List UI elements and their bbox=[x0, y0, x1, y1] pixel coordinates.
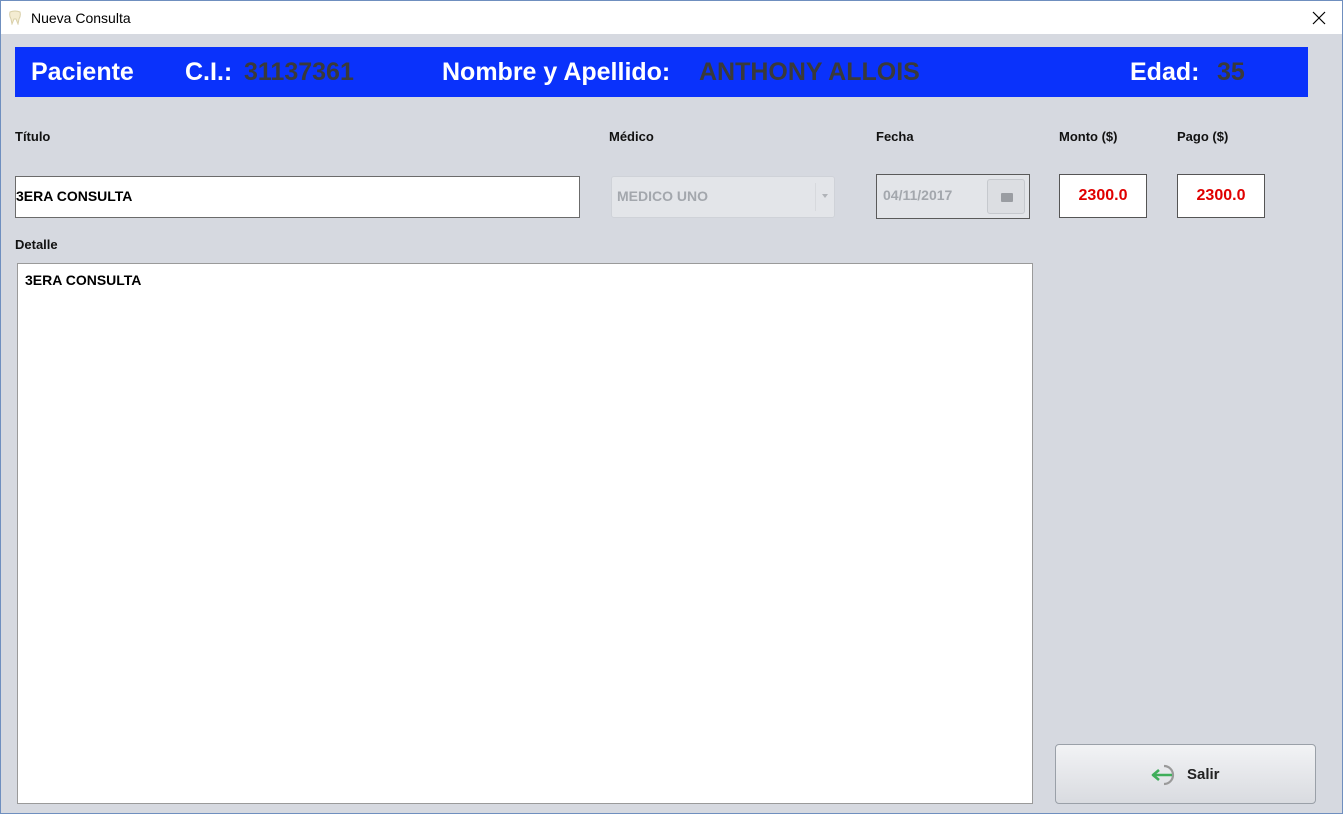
detalle-textarea[interactable]: 3ERA CONSULTA bbox=[17, 263, 1033, 804]
monto-label: Monto ($) bbox=[1059, 129, 1118, 144]
pago-label: Pago ($) bbox=[1177, 129, 1229, 144]
calendar-icon bbox=[1001, 193, 1013, 202]
ci-label: C.I.: bbox=[185, 58, 233, 86]
calendar-button[interactable] bbox=[987, 179, 1025, 214]
titulo-label: Título bbox=[15, 129, 51, 144]
title-bar: Nueva Consulta bbox=[1, 1, 1342, 34]
medico-label: Médico bbox=[609, 129, 654, 144]
fecha-date-picker[interactable]: 04/11/2017 bbox=[876, 174, 1030, 219]
close-button[interactable] bbox=[1296, 1, 1342, 34]
pago-input[interactable]: 2300.0 bbox=[1177, 174, 1265, 218]
titulo-input[interactable]: 3ERA CONSULTA bbox=[15, 176, 580, 218]
nombre-label: Nombre y Apellido: bbox=[442, 58, 671, 86]
medico-selected-value: MEDICO UNO bbox=[617, 188, 708, 204]
nombre-value: ANTHONY ALLOIS bbox=[699, 58, 920, 86]
monto-input[interactable]: 2300.0 bbox=[1059, 174, 1147, 218]
window-title: Nueva Consulta bbox=[31, 10, 131, 26]
exit-arrow-icon bbox=[1151, 764, 1175, 786]
fecha-label: Fecha bbox=[876, 129, 914, 144]
chevron-down-icon bbox=[822, 194, 828, 198]
edad-value: 35 bbox=[1217, 58, 1245, 86]
nueva-consulta-window: Nueva Consulta Paciente C.I.: 31137361 N… bbox=[0, 0, 1343, 814]
tooth-icon bbox=[9, 10, 21, 25]
edad-label: Edad: bbox=[1130, 58, 1200, 86]
paciente-label: Paciente bbox=[31, 58, 134, 86]
ci-value: 31137361 bbox=[244, 58, 354, 86]
medico-select[interactable]: MEDICO UNO bbox=[611, 176, 835, 218]
salir-button[interactable]: Salir bbox=[1055, 744, 1316, 804]
close-icon bbox=[1312, 11, 1326, 24]
detalle-label: Detalle bbox=[15, 237, 58, 252]
salir-label: Salir bbox=[1187, 766, 1220, 783]
combo-separator bbox=[815, 183, 816, 211]
patient-banner: Paciente C.I.: 31137361 Nombre y Apellid… bbox=[15, 47, 1308, 97]
fecha-value: 04/11/2017 bbox=[883, 187, 953, 203]
